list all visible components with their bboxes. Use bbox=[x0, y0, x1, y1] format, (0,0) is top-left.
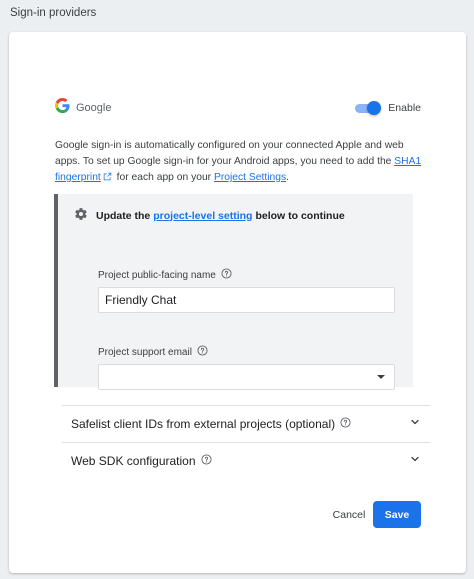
safelist-client-ids-section[interactable]: Safelist client IDs from external projec… bbox=[62, 406, 421, 442]
description-end: . bbox=[286, 172, 289, 183]
support-email-select[interactable] bbox=[98, 364, 395, 390]
external-link-icon bbox=[103, 171, 112, 187]
help-icon[interactable] bbox=[221, 268, 232, 282]
public-name-label-group: Project public-facing name bbox=[98, 268, 232, 282]
page-header: Sign-in providers bbox=[0, 0, 474, 30]
provider-name: Google bbox=[76, 102, 112, 114]
support-email-label: Project support email bbox=[98, 346, 192, 358]
help-icon[interactable] bbox=[340, 417, 351, 431]
help-icon[interactable] bbox=[197, 345, 208, 359]
page-title: Sign-in providers bbox=[10, 7, 97, 19]
web-sdk-label: Web SDK configuration bbox=[71, 454, 196, 468]
chevron-down-icon bbox=[409, 415, 421, 433]
save-button[interactable]: Save bbox=[373, 501, 421, 528]
notice-suffix: below to continue bbox=[255, 209, 345, 222]
enable-toggle-group: Enable bbox=[355, 101, 421, 115]
description-text: Google sign-in is automatically configur… bbox=[55, 138, 425, 187]
enable-toggle[interactable] bbox=[355, 101, 382, 115]
chevron-down-icon bbox=[409, 452, 421, 470]
google-logo-icon bbox=[55, 98, 70, 118]
support-email-label-group: Project support email bbox=[98, 345, 208, 359]
project-setting-notice: Update the project-level setting below t… bbox=[54, 194, 413, 390]
enable-label: Enable bbox=[388, 102, 421, 114]
cancel-button[interactable]: Cancel bbox=[322, 502, 376, 528]
project-level-setting-link[interactable]: project-level setting bbox=[153, 210, 252, 222]
toggle-knob bbox=[367, 101, 382, 115]
gear-icon bbox=[74, 207, 88, 224]
provider-row: Google Enable bbox=[55, 98, 421, 118]
safelist-label: Safelist client IDs from external projec… bbox=[71, 417, 336, 431]
provider-identity: Google bbox=[55, 98, 111, 118]
project-settings-link[interactable]: Project Settings bbox=[214, 172, 286, 183]
dropdown-caret-icon bbox=[377, 375, 385, 379]
public-name-label: Project public-facing name bbox=[98, 269, 216, 281]
description-middle: for each app on your bbox=[113, 172, 214, 183]
provider-card: Google Enable Google sign-in is automati… bbox=[9, 32, 466, 573]
public-name-input[interactable] bbox=[98, 287, 395, 313]
description-intro: Google sign-in is automatically configur… bbox=[55, 140, 404, 167]
notice-prefix: Update the bbox=[96, 209, 151, 222]
notice-title: Update the project-level setting below t… bbox=[74, 207, 345, 224]
web-sdk-config-section[interactable]: Web SDK configuration bbox=[62, 443, 421, 479]
help-icon[interactable] bbox=[200, 454, 212, 468]
